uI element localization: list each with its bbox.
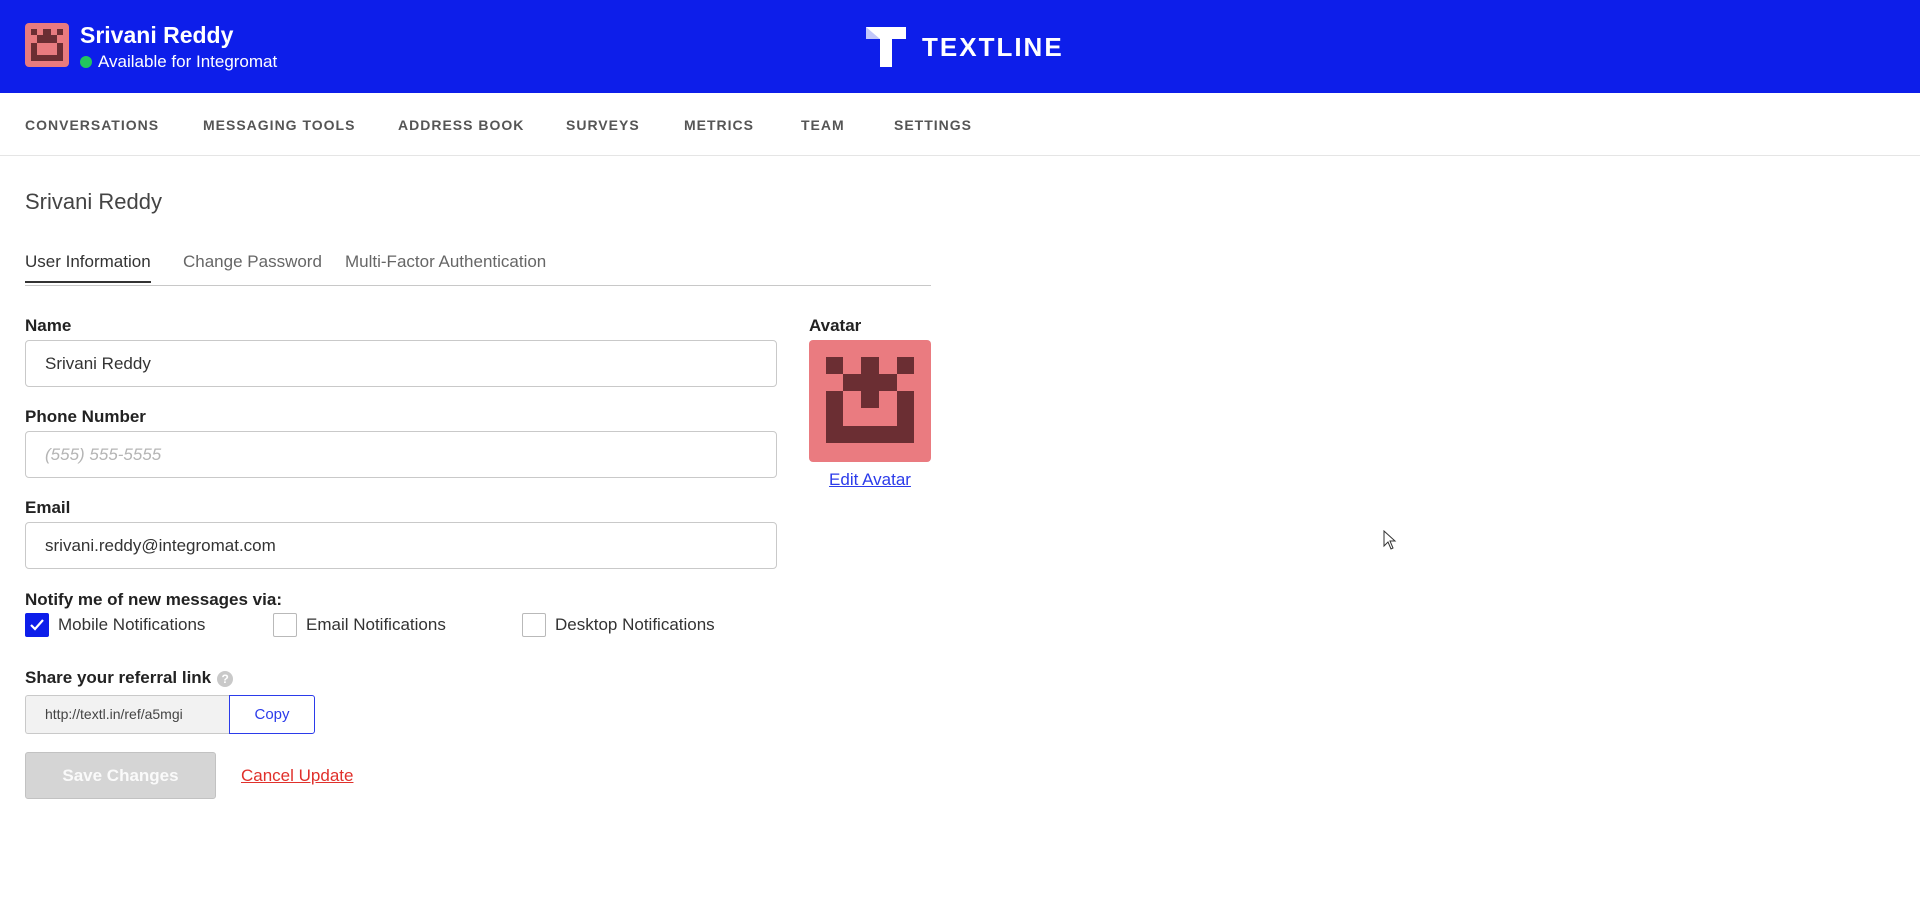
brand-logo[interactable]: TEXTLINE [864,25,1064,69]
nav-settings[interactable]: SETTINGS [894,93,972,157]
notify-label: Notify me of new messages via: [25,590,282,609]
top-bar: Srivani Reddy Available for Integromat T… [0,0,1920,93]
nav-conversations[interactable]: CONVERSATIONS [25,93,159,157]
mouse-cursor-icon [1383,530,1397,550]
email-label: Email [25,498,71,517]
checkmark-icon [30,619,44,631]
header-user-name: Srivani Reddy [80,22,234,48]
edit-avatar-link[interactable]: Edit Avatar [809,470,931,490]
name-field[interactable] [25,340,777,387]
user-avatar[interactable] [25,23,69,67]
status-text: Available for Integromat [98,52,278,71]
main-nav: CONVERSATIONS MESSAGING TOOLS ADDRESS BO… [0,93,1920,156]
desktop-notifications-label: Desktop Notifications [555,615,715,634]
email-field[interactable] [25,522,777,569]
save-changes-button[interactable]: Save Changes [25,752,216,799]
nav-surveys[interactable]: SURVEYS [566,93,640,157]
desktop-notifications-option[interactable]: Desktop Notifications [522,613,715,637]
nav-team[interactable]: TEAM [801,93,845,157]
avatar-pattern-icon [31,29,63,61]
phone-field[interactable] [25,431,777,478]
availability-status[interactable]: Available for Integromat [80,52,277,72]
email-notifications-label: Email Notifications [306,615,446,634]
cancel-update-link[interactable]: Cancel Update [241,766,353,786]
status-dot-icon [80,56,92,68]
page-title: Srivani Reddy [25,189,162,214]
email-notifications-checkbox[interactable] [273,613,297,637]
brand-name: TEXTLINE [922,31,1064,62]
desktop-notifications-checkbox[interactable] [522,613,546,637]
phone-label: Phone Number [25,407,146,426]
avatar-label: Avatar [809,316,862,335]
email-notifications-option[interactable]: Email Notifications [273,613,446,637]
help-icon[interactable]: ? [217,670,234,687]
nav-messaging-tools[interactable]: MESSAGING TOOLS [203,93,355,157]
referral-label: Share your referral link? [25,668,234,688]
referral-link-field[interactable]: http://textl.in/ref/a5mgi [25,695,229,734]
mobile-notifications-option[interactable]: Mobile Notifications [25,613,205,637]
avatar-preview [809,340,931,462]
profile-tabs: User Information Change Password Multi-F… [25,252,931,286]
name-label: Name [25,316,72,335]
tab-multi-factor-authentication[interactable]: Multi-Factor Authentication [345,252,546,281]
mobile-notifications-label: Mobile Notifications [58,615,206,634]
textline-logo-icon [866,27,906,67]
tab-change-password[interactable]: Change Password [183,252,322,281]
avatar-pattern-icon [826,357,914,443]
referral-label-text: Share your referral link [25,668,212,687]
tab-user-information[interactable]: User Information [25,252,151,283]
copy-button[interactable]: Copy [229,695,315,734]
nav-metrics[interactable]: METRICS [684,93,754,157]
nav-address-book[interactable]: ADDRESS BOOK [398,93,524,157]
mobile-notifications-checkbox[interactable] [25,613,49,637]
